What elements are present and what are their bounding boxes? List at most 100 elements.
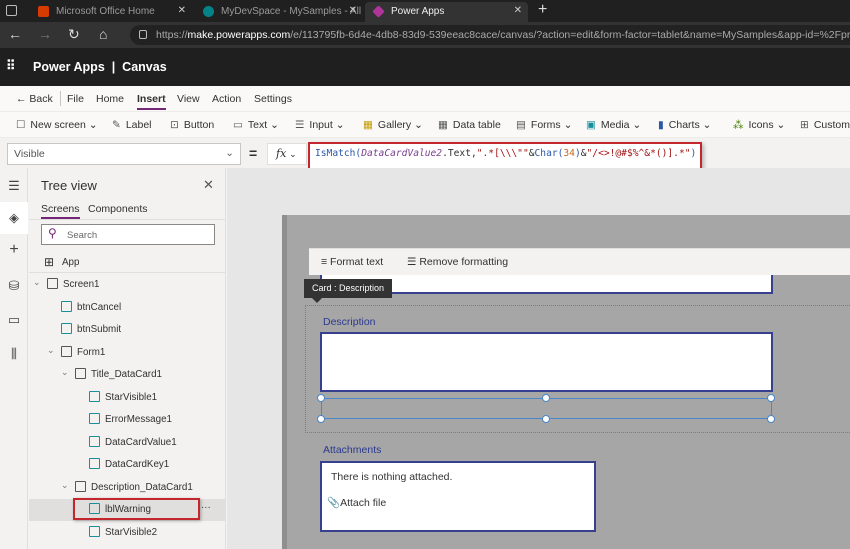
app-icon: ⊞: [44, 255, 55, 269]
formula-text: .Text,: [442, 148, 477, 159]
forms-button[interactable]: ▤ Forms ⌄: [516, 119, 572, 131]
tree-item[interactable]: StarVisible1: [29, 387, 226, 409]
tree-item[interactable]: ErrorMessage1: [29, 409, 226, 431]
resize-handle[interactable]: [767, 415, 775, 423]
tab-label: Power Apps: [391, 6, 445, 17]
new-screen-icon: ☐: [16, 119, 26, 131]
resize-handle[interactable]: [317, 394, 325, 402]
resize-handle[interactable]: [767, 394, 775, 402]
tooltip-text: Card : Description: [312, 283, 385, 293]
remove-formatting-button[interactable]: ☰ Remove formatting: [407, 256, 508, 268]
divider: [29, 272, 226, 273]
gallery-icon: ▦: [363, 119, 373, 131]
home-icon[interactable]: ⌂: [99, 26, 107, 42]
forward-arrow-icon[interactable]: →: [38, 26, 52, 42]
format-text-button[interactable]: ≡ Format text: [321, 256, 383, 268]
icons-button[interactable]: ⁂ Icons ⌄: [733, 119, 785, 131]
format-bar: ≡ Format text ☰ Remove formatting: [309, 248, 850, 275]
resize-handle[interactable]: [317, 415, 325, 423]
insert-toolbar: ☐ New screen ⌄ ✎ Label ⊡ Button ▭ Text ⌄ ☰ In…: [0, 111, 850, 138]
button-button[interactable]: ⊡ Button: [170, 119, 214, 131]
fx-button[interactable]: fx ⌄: [267, 143, 307, 165]
tree-item[interactable]: DataCardValue1: [29, 432, 226, 454]
tree-item[interactable]: StarVisible2: [29, 522, 226, 544]
database-icon[interactable]: ⛁: [0, 270, 28, 302]
description-input[interactable]: [320, 332, 773, 392]
browser-tab-sharepoint[interactable]: MyDevSpace - MySamples - All I ✕: [195, 2, 363, 22]
media-icon[interactable]: ▭: [0, 304, 28, 336]
menu-view[interactable]: View: [177, 93, 200, 105]
tools-icon[interactable]: ⫼: [0, 338, 28, 370]
description-label: Description: [323, 316, 376, 328]
close-icon[interactable]: ✕: [349, 5, 357, 16]
back-arrow-icon[interactable]: ←: [8, 26, 22, 42]
url-input[interactable]: https://make.powerapps.com/e/113795fb-6d…: [130, 25, 850, 45]
button-icon: ⊡: [170, 119, 179, 131]
tool-label: Forms: [530, 119, 561, 131]
text-icon: ▭: [233, 119, 243, 131]
formula-fn: IsMatch(: [315, 148, 362, 159]
label-button[interactable]: ✎ Label: [112, 119, 152, 131]
media-icon: ▣: [586, 119, 596, 131]
refresh-icon[interactable]: ↻: [68, 26, 80, 43]
resize-handle[interactable]: [542, 394, 550, 402]
attach-file-link[interactable]: 📎Attach file: [327, 496, 386, 509]
resize-handle[interactable]: [542, 415, 550, 423]
menu-settings[interactable]: Settings: [254, 93, 292, 105]
tree-item-label: Screen1: [63, 279, 100, 290]
address-bar-row: ← → ↻ ⌂ https://make.powerapps.com/e/113…: [0, 22, 850, 48]
tab-screens[interactable]: Screens: [41, 203, 80, 219]
tab-components[interactable]: Components: [88, 203, 148, 215]
chevron-down-icon[interactable]: ⌄: [61, 367, 69, 378]
browser-tab-office[interactable]: Microsoft Office Home ✕: [30, 2, 192, 22]
app-mode: Canvas: [122, 60, 167, 74]
menu-home[interactable]: Home: [96, 93, 124, 105]
more-options-icon[interactable]: ···: [201, 502, 211, 513]
tree-item-label: StarVisible2: [105, 526, 158, 538]
text-button[interactable]: ▭ Text ⌄: [233, 119, 279, 131]
tree-item[interactable]: ⌄ Form1: [29, 342, 226, 364]
new-screen-button[interactable]: ☐ New screen ⌄: [16, 119, 98, 131]
browser-tab-powerapps[interactable]: Power Apps ✕: [365, 2, 528, 22]
tab-actions-icon[interactable]: [6, 5, 17, 16]
app-launcher-icon[interactable]: ⠿: [6, 58, 15, 74]
tree-view-title: Tree view: [41, 178, 97, 193]
tree-item[interactable]: btnSubmit: [29, 319, 226, 341]
tooltip-arrow: [312, 298, 322, 303]
chevron-down-icon[interactable]: ⌄: [33, 277, 41, 288]
left-rail: ☰ ◈ + ⛁ ▭ ⫼: [0, 168, 28, 549]
selected-item-highlight: [73, 498, 200, 520]
property-dropdown[interactable]: Visible ⌄: [7, 143, 241, 165]
close-icon[interactable]: ✕: [514, 5, 522, 16]
new-tab-button[interactable]: +: [538, 1, 547, 19]
gallery-button[interactable]: ▦ Gallery ⌄: [363, 119, 423, 131]
menu-bar: ← Back File Home Insert View Action Sett…: [0, 86, 850, 111]
back-button[interactable]: ← Back: [16, 93, 53, 105]
menu-file[interactable]: File: [67, 93, 84, 105]
custom-button[interactable]: ⊞ Custom: [800, 119, 850, 131]
tree-item[interactable]: ⌄ Description_DataCard1: [29, 477, 226, 499]
search-input[interactable]: ⚲ Search: [41, 224, 215, 245]
hamburger-menu-icon[interactable]: ☰: [0, 170, 28, 202]
close-icon[interactable]: ✕: [203, 177, 214, 193]
close-icon[interactable]: ✕: [178, 5, 186, 16]
tool-label: Custom: [813, 119, 850, 131]
tree-item[interactable]: ⌄ Screen1: [29, 274, 226, 296]
charts-button[interactable]: ▮ Charts ⌄: [658, 119, 711, 131]
menu-action[interactable]: Action: [212, 93, 241, 105]
data-table-button[interactable]: ▦ Data table: [438, 119, 501, 131]
attachments-box[interactable]: There is nothing attached. 📎Attach file: [320, 461, 596, 532]
tree-item-app[interactable]: ⊞ App: [29, 252, 226, 274]
layers-icon[interactable]: ◈: [0, 202, 28, 234]
input-button[interactable]: ☰ Input ⌄: [295, 119, 345, 131]
tree-item[interactable]: ⌄ Title_DataCard1: [29, 364, 226, 386]
chevron-down-icon[interactable]: ⌄: [61, 480, 69, 491]
tree-item[interactable]: DataCardKey1: [29, 454, 226, 476]
lock-icon: [139, 30, 147, 39]
plus-icon[interactable]: +: [0, 236, 28, 268]
charts-icon: ▮: [658, 119, 664, 131]
media-button[interactable]: ▣ Media ⌄: [586, 119, 641, 131]
chevron-down-icon[interactable]: ⌄: [47, 345, 55, 356]
tree-item[interactable]: btnCancel: [29, 297, 226, 319]
menu-insert[interactable]: Insert: [137, 93, 166, 110]
